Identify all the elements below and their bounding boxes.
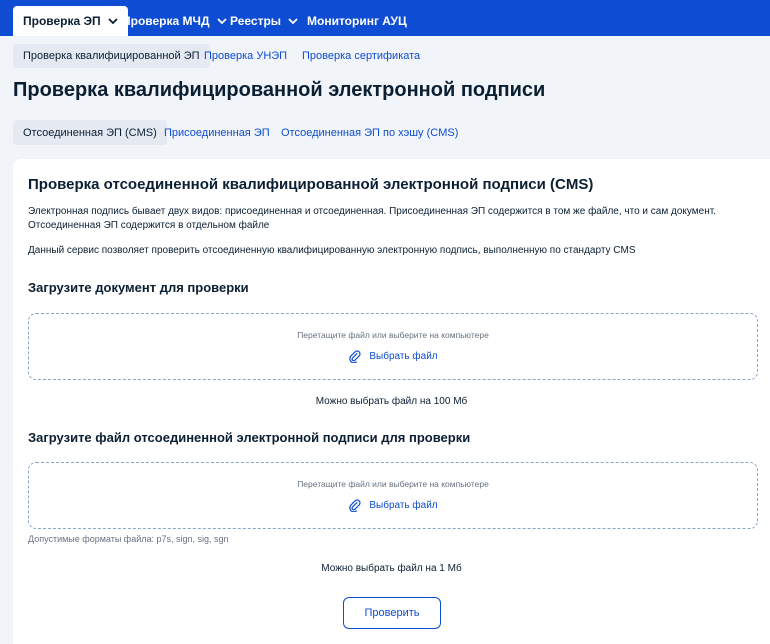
nav-item-monitoring-auc[interactable]: Мониторинг АУЦ	[297, 6, 417, 36]
paperclip-icon	[349, 499, 361, 512]
service-description: Данный сервис позволяет проверить отсоед…	[28, 245, 636, 256]
verification-card: Проверка отсоединенной квалифицированной…	[13, 159, 770, 644]
description-text: Электронная подпись бывает двух видов: п…	[28, 206, 716, 231]
subtab-unep[interactable]: Проверка УНЭП	[194, 44, 297, 68]
card-title: Проверка отсоединенной квалифицированной…	[28, 176, 594, 193]
nav-item-label: Проверка ЭП	[23, 14, 101, 28]
ep-type-tabs: Отсоединенная ЭП (CMS) Присоединенная ЭП…	[0, 120, 770, 146]
sub-navigation: Проверка квалифицированной ЭП Проверка У…	[0, 36, 770, 76]
verify-button[interactable]: Проверить	[343, 597, 441, 629]
nav-item-reestry[interactable]: Реестры	[220, 6, 308, 36]
dropzone-hint: Перетащите файл или выберите на компьюте…	[297, 479, 489, 489]
signature-dropzone[interactable]: Перетащите файл или выберите на компьюте…	[28, 462, 758, 529]
tab-detached-cms[interactable]: Отсоединенная ЭП (CMS)	[13, 120, 167, 145]
page-title: Проверка квалифицированной электронной п…	[13, 79, 546, 101]
nav-item-label: Реестры	[230, 14, 282, 28]
tab-attached-ep[interactable]: Присоединенная ЭП	[154, 120, 280, 145]
choose-file-label: Выбрать файл	[369, 351, 438, 362]
dropzone-hint: Перетащите файл или выберите на компьюте…	[297, 330, 489, 340]
top-navigation: Проверка ЭП Проверка МЧД Реестры Монитор…	[0, 0, 770, 36]
nav-item-proverka-ep[interactable]: Проверка ЭП	[13, 6, 128, 36]
nav-item-proverka-mchd[interactable]: Проверка МЧД	[112, 6, 237, 36]
document-upload-title: Загрузите документ для проверки	[28, 280, 249, 295]
choose-document-button[interactable]: Выбрать файл	[348, 350, 438, 363]
choose-file-label: Выбрать файл	[369, 500, 438, 511]
paperclip-icon	[349, 350, 361, 363]
tab-detached-hash-cms[interactable]: Отсоединенная ЭП по хэшу (CMS)	[271, 120, 468, 145]
nav-item-label: Мониторинг АУЦ	[307, 14, 407, 28]
subtab-certificate[interactable]: Проверка сертификата	[292, 44, 430, 68]
allowed-formats: Допустимые форматы файла: p7s, sign, sig…	[28, 534, 229, 544]
subtab-qualified-ep[interactable]: Проверка квалифицированной ЭП	[13, 44, 210, 68]
nav-item-label: Проверка МЧД	[122, 14, 210, 28]
document-dropzone[interactable]: Перетащите файл или выберите на компьюте…	[28, 313, 758, 380]
choose-signature-button[interactable]: Выбрать файл	[348, 499, 438, 512]
signature-upload-title: Загрузите файл отсоединенной электронной…	[28, 430, 471, 445]
document-size-limit: Можно выбрать файл на 100 Мб	[315, 396, 468, 407]
signature-size-limit: Можно выбрать файл на 1 Мб	[321, 563, 462, 574]
